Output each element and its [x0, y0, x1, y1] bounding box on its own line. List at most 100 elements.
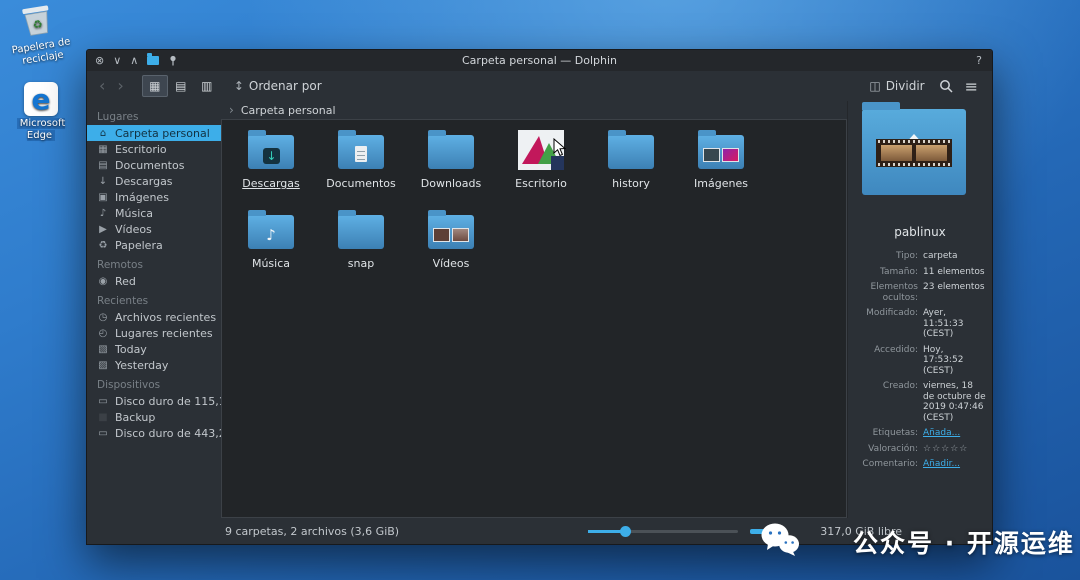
photo-thumb-icon — [703, 148, 720, 162]
sidebar-item-recent-files[interactable]: ◷ Archivos recientes — [87, 309, 221, 325]
search-icon[interactable] — [939, 79, 953, 93]
folder-label: Música — [252, 257, 290, 270]
home-folder-preview-icon: ⌂ — [862, 109, 966, 195]
desktop-icon-edge[interactable]: e Microsoft Edge — [6, 82, 76, 141]
folder-imagenes[interactable]: Imágenes — [676, 126, 766, 206]
sidebar-item-disk-115[interactable]: ▭ Disco duro de 115,1 GiB — [87, 393, 221, 409]
zoom-slider-handle[interactable] — [620, 526, 631, 537]
compact-view-button[interactable]: ▥ — [194, 75, 220, 97]
split-icon: ◫ — [869, 79, 880, 93]
download-emblem-icon: ↓ — [263, 148, 280, 164]
split-label: Dividir — [886, 79, 925, 93]
zoom-slider[interactable] — [588, 524, 738, 539]
folder-snap[interactable]: snap — [316, 206, 406, 286]
wechat-icon — [760, 522, 800, 558]
pin-icon[interactable] — [168, 55, 178, 66]
selected-item-name: pablinux — [854, 225, 986, 239]
sort-icon: ↕ — [234, 79, 244, 93]
sidebar-item-yesterday[interactable]: ▨ Yesterday — [87, 357, 221, 373]
window-content: Lugares ⌂ Carpeta personal ▦ Escritorio … — [87, 101, 992, 518]
sidebar-item-videos[interactable]: ▶ Vídeos — [87, 221, 221, 237]
detail-value: Hoy, 17:53:52 (CEST) — [923, 345, 986, 377]
sidebar-item-home[interactable]: ⌂ Carpeta personal — [87, 125, 221, 141]
icons-view-button[interactable]: ▦ — [142, 75, 168, 97]
sort-by-label: Ordenar por — [249, 79, 322, 93]
folder-icon — [605, 126, 657, 174]
harddisk-icon: ▭ — [97, 396, 109, 407]
close-icon[interactable]: ⊗ — [95, 50, 104, 71]
details-view-button[interactable]: ▤ — [168, 75, 194, 97]
sidebar-item-recent-places[interactable]: ◴ Lugares recientes — [87, 325, 221, 341]
add-tags-link[interactable]: Añada... — [923, 428, 986, 439]
folder-label: Downloads — [421, 177, 481, 190]
breadcrumb-home[interactable]: Carpeta personal — [241, 104, 336, 117]
documents-icon: ▤ — [97, 160, 109, 171]
forward-button[interactable]: › — [115, 78, 125, 94]
folder-label: Imágenes — [694, 177, 748, 190]
folder-escritorio[interactable]: Escritorio — [496, 126, 586, 206]
sidebar-item-network[interactable]: ◉ Red — [87, 273, 221, 289]
titlebar[interactable]: ⊗ ∨ ∧ Carpeta personal — Dolphin ? — [87, 50, 992, 71]
section-header-recent: Recientes — [87, 289, 221, 309]
svg-text:♻: ♻ — [32, 17, 44, 31]
information-panel: ⌂ pablinux Tipo: carpeta Tamaño: 11 elem… — [847, 101, 992, 518]
maximize-icon[interactable]: ∧ — [130, 50, 138, 71]
edge-icon: e — [24, 82, 58, 116]
detail-row: Creado: viernes, 18 de octubre de 2019 0… — [854, 381, 986, 423]
video-thumb-icon — [433, 228, 450, 242]
detail-row: Tipo: carpeta — [854, 251, 986, 262]
folder-downloads[interactable]: Downloads — [406, 126, 496, 206]
minimize-icon[interactable]: ∨ — [113, 50, 121, 71]
window-title: Carpeta personal — Dolphin — [462, 54, 617, 67]
sidebar-item-music[interactable]: ♪ Música — [87, 205, 221, 221]
section-header-remote: Remotos — [87, 253, 221, 273]
breadcrumb: › Carpeta personal — [221, 101, 847, 119]
preview-area: ⌂ — [854, 105, 986, 205]
desktop-icon: ▦ — [97, 144, 109, 155]
sidebar-item-today[interactable]: ▧ Today — [87, 341, 221, 357]
sidebar-item-trash[interactable]: ♻ Papelera — [87, 237, 221, 253]
dolphin-window: ⊗ ∨ ∧ Carpeta personal — Dolphin ? ‹ › ▦… — [86, 49, 993, 545]
section-header-places: Lugares — [87, 105, 221, 125]
desktop-icon-label: Microsoft Edge — [6, 118, 76, 141]
network-icon: ◉ — [97, 276, 109, 287]
clock-icon: ◷ — [97, 312, 109, 323]
split-button[interactable]: ◫ Dividir — [863, 77, 930, 95]
music-icon: ♪ — [97, 208, 109, 219]
sidebar-item-desktop[interactable]: ▦ Escritorio — [87, 141, 221, 157]
edge-letter: e — [32, 83, 51, 116]
sidebar-item-images[interactable]: ▣ Imágenes — [87, 189, 221, 205]
desktop-icon-recycle-bin[interactable]: ♻ Papelera de reciclaje — [0, 0, 78, 69]
detail-row: Modificado: Ayer, 11:51:33 (CEST) — [854, 308, 986, 340]
sidebar-item-backup[interactable]: ■ Backup — [87, 409, 221, 425]
detail-value: carpeta — [923, 251, 986, 262]
calendar-icon: ▧ — [97, 344, 109, 355]
section-header-devices: Dispositivos — [87, 373, 221, 393]
sidebar-item-downloads[interactable]: ↓ Descargas — [87, 173, 221, 189]
folder-history[interactable]: history — [586, 126, 676, 206]
folder-descargas[interactable]: ↓ Descargas — [226, 126, 316, 206]
hamburger-menu-icon[interactable]: ≡ — [961, 77, 982, 96]
detail-label: Etiquetas: — [854, 428, 918, 439]
add-comment-link[interactable]: Añadir... — [923, 459, 986, 470]
folder-label: snap — [348, 257, 374, 270]
photo-thumb-icon — [722, 148, 739, 162]
sidebar-item-disk-443[interactable]: ▭ Disco duro de 443,2 GiB — [87, 425, 221, 441]
detail-row: Tamaño: 11 elementos — [854, 267, 986, 278]
folder-view[interactable]: ↓ Descargas Documentos Downloads — [221, 119, 847, 518]
folder-documentos[interactable]: Documentos — [316, 126, 406, 206]
back-button[interactable]: ‹ — [97, 78, 107, 94]
sort-by-button[interactable]: ↕ Ordenar por — [228, 77, 328, 95]
folder-icon: ♪ — [245, 206, 297, 254]
filmstrip-preview — [876, 139, 952, 167]
folder-videos[interactable]: Vídeos — [406, 206, 496, 286]
folder-musica[interactable]: ♪ Música — [226, 206, 316, 286]
detail-value: 11 elementos — [923, 267, 986, 278]
folder-label: Documentos — [326, 177, 395, 190]
sidebar-item-documents[interactable]: ▤ Documentos — [87, 157, 221, 173]
help-button[interactable]: ? — [976, 54, 982, 67]
places-panel: Lugares ⌂ Carpeta personal ▦ Escritorio … — [87, 101, 221, 518]
center-column: › Carpeta personal ↓ Descargas — [221, 101, 847, 518]
detail-row: Accedido: Hoy, 17:53:52 (CEST) — [854, 345, 986, 377]
rating-stars[interactable]: ☆☆☆☆☆ — [923, 444, 986, 455]
